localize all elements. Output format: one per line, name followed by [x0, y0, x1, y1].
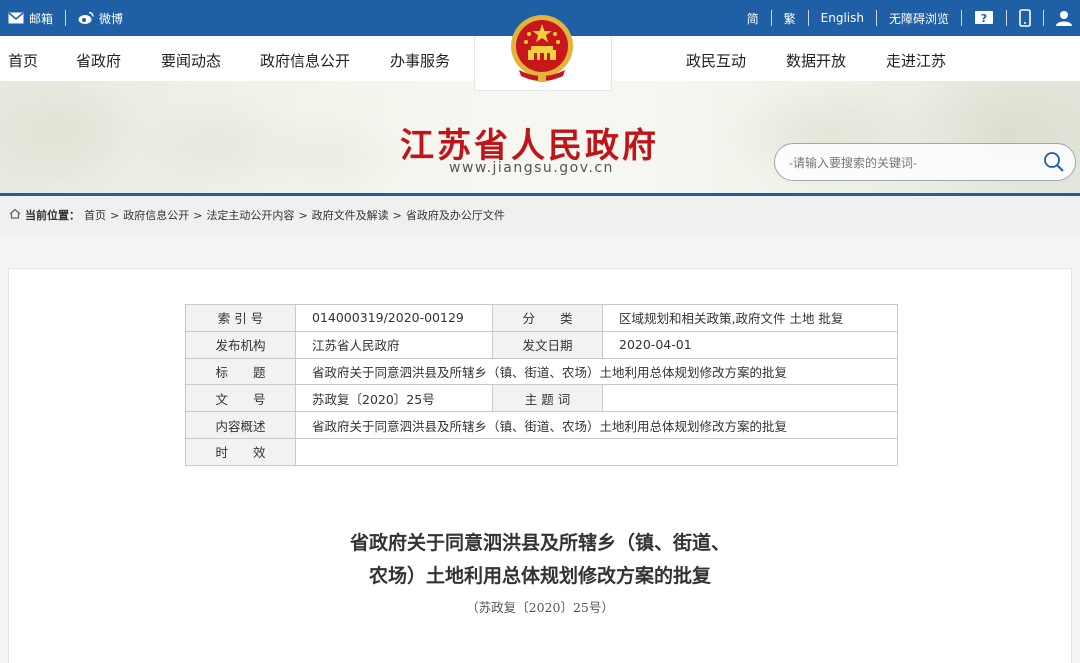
divider [961, 10, 962, 26]
summary-value: 省政府关于同意泗洪县及所辖乡（镇、街道、农场）土地利用总体规划修改方案的批复 [295, 411, 898, 439]
nav-gov-info[interactable]: 政府信息公开 [260, 50, 350, 71]
breadcrumb-item-office-documents[interactable]: 省政府及办公厅文件 [406, 207, 505, 223]
index-number-label: 索 引 号 [185, 304, 296, 332]
simplified-chinese-link[interactable]: 简 [747, 10, 759, 27]
english-link[interactable]: English [821, 11, 864, 25]
table-row: 文 号 苏政复〔2020〕25号 主 题 词 [185, 384, 898, 413]
document-metadata-table: 索 引 号 014000319/2020-00129 分 类 区域规划和相关政策… [185, 304, 898, 466]
nav-home[interactable]: 首页 [8, 50, 38, 71]
category-value: 区域规划和相关政策,政府文件 土地 批复 [602, 304, 898, 332]
validity-value [295, 437, 898, 466]
weibo-link[interactable]: 微博 [78, 10, 123, 27]
user-icon[interactable] [1056, 10, 1072, 26]
table-row: 发布机构 江苏省人民政府 发文日期 2020-04-01 [185, 330, 898, 359]
issue-date-value: 2020-04-01 [602, 330, 898, 359]
breadcrumb-separator: > [110, 208, 120, 222]
divider [65, 10, 67, 26]
document-title-line1: 省政府关于同意泗洪县及所辖乡（镇、街道、 [349, 532, 730, 554]
breadcrumb-prefix: 当前位置： [25, 209, 80, 222]
table-row: 索 引 号 014000319/2020-00129 分 类 区域规划和相关政策… [185, 304, 898, 332]
breadcrumb-item-gov-documents[interactable]: 政府文件及解读 [312, 207, 389, 223]
document-number: （苏政复〔2020〕25号） [466, 600, 614, 615]
title-value: 省政府关于同意泗洪县及所辖乡（镇、街道、农场）土地利用总体规划修改方案的批复 [295, 357, 898, 386]
weibo-label: 微博 [99, 11, 124, 26]
nav-news[interactable]: 要闻动态 [161, 50, 221, 71]
divider [770, 10, 772, 26]
breadcrumb-item-legal-content[interactable]: 法定主动公开内容 [206, 207, 294, 223]
search-input[interactable] [789, 153, 1029, 173]
mail-link[interactable]: 邮箱 [8, 10, 53, 27]
category-label: 分 类 [492, 304, 603, 332]
title-label: 标 题 [185, 357, 296, 386]
nav-services[interactable]: 办事服务 [390, 50, 450, 71]
weibo-icon [78, 11, 94, 25]
mail-icon [8, 12, 24, 24]
mail-label: 邮箱 [29, 11, 54, 26]
accessibility-link[interactable]: 无障碍浏览 [889, 10, 949, 27]
breadcrumb-separator: > [392, 208, 402, 222]
home-icon [9, 208, 21, 222]
nav-province-gov[interactable]: 省政府 [76, 50, 121, 71]
table-row: 时 效 [185, 437, 898, 466]
table-row: 内容概述 省政府关于同意泗洪县及所辖乡（镇、街道、农场）土地利用总体规划修改方案… [185, 411, 898, 439]
doc-number-label: 文 号 [185, 384, 296, 413]
search-box [774, 143, 1076, 181]
mobile-icon[interactable] [1019, 9, 1031, 27]
keywords-label: 主 题 词 [492, 384, 603, 413]
breadcrumb-separator: > [298, 208, 308, 222]
divider [807, 10, 809, 26]
breadcrumb-bar: 当前位置： 首页 > 政府信息公开 > 法定主动公开内容 > 政府文件及解读 >… [0, 193, 1080, 233]
summary-label: 内容概述 [185, 411, 296, 439]
nav-open-data[interactable]: 数据开放 [786, 50, 846, 71]
index-number-value: 014000319/2020-00129 [295, 304, 493, 332]
breadcrumb: 当前位置： 首页 > 政府信息公开 > 法定主动公开内容 > 政府文件及解读 >… [9, 207, 505, 223]
issue-date-label: 发文日期 [492, 330, 603, 359]
nav-about-jiangsu[interactable]: 走进江苏 [886, 50, 946, 71]
svg-text:?: ? [981, 12, 987, 25]
breadcrumb-separator: > [193, 208, 203, 222]
validity-label: 时 效 [185, 437, 296, 466]
breadcrumb-item-home[interactable]: 首页 [84, 207, 106, 223]
traditional-chinese-link[interactable]: 繁 [784, 10, 796, 27]
issuer-value: 江苏省人民政府 [295, 330, 493, 359]
search-icon[interactable] [1043, 151, 1065, 177]
breadcrumb-item-gov-info[interactable]: 政府信息公开 [123, 207, 189, 223]
help-icon[interactable]: ? [974, 10, 994, 26]
national-emblem-icon[interactable] [507, 12, 577, 86]
keywords-value [602, 384, 898, 413]
table-row: 标 题 省政府关于同意泗洪县及所辖乡（镇、街道、农场）土地利用总体规划修改方案的… [185, 357, 898, 386]
issuer-label: 发布机构 [185, 330, 296, 359]
site-url: www.jiangsu.gov.cn [449, 160, 614, 176]
document-title-line2: 农场）土地利用总体规划修改方案的批复 [368, 565, 711, 587]
divider [1043, 10, 1044, 26]
doc-number-value: 苏政复〔2020〕25号 [295, 384, 493, 413]
divider [1006, 10, 1007, 26]
nav-interaction[interactable]: 政民互动 [686, 50, 746, 71]
divider [875, 10, 877, 26]
decorative-leaf [260, 111, 400, 193]
